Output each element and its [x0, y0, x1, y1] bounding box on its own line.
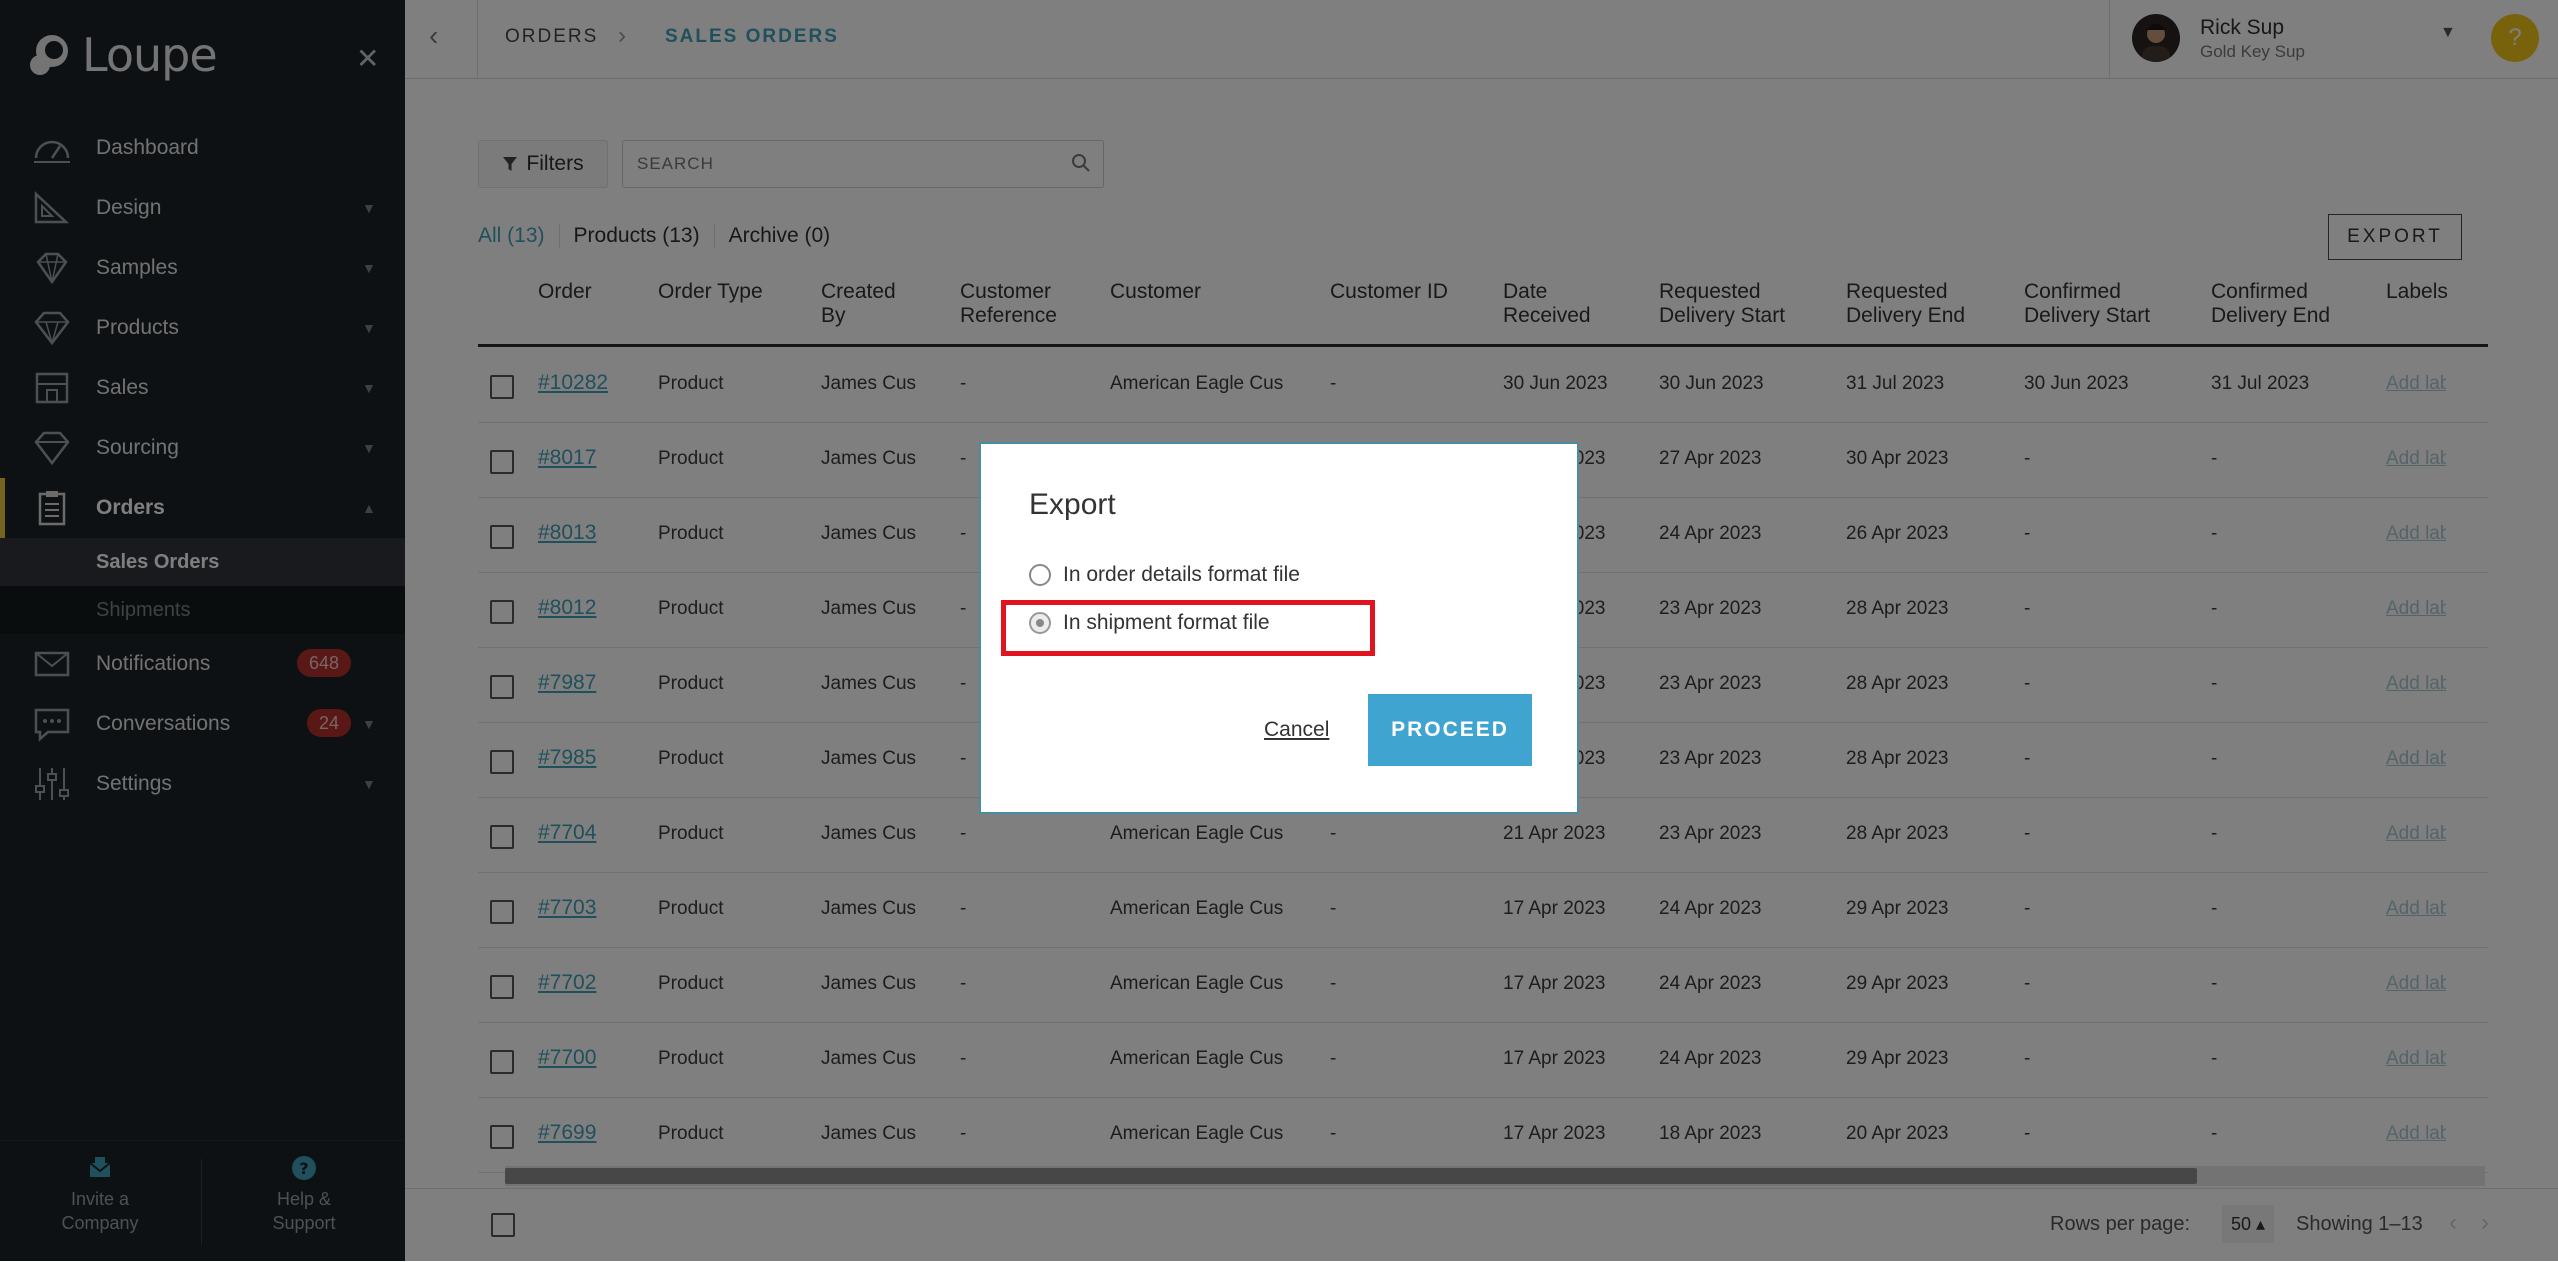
highlight-box — [1001, 600, 1375, 656]
cancel-button[interactable]: Cancel — [1264, 718, 1329, 742]
modal-title: Export — [1029, 488, 1116, 521]
proceed-button[interactable]: PROCEED — [1368, 694, 1532, 766]
radio-order-details[interactable] — [1029, 564, 1051, 586]
option-order-details-label: In order details format file — [1063, 563, 1300, 586]
option-order-details[interactable]: In order details format file — [1029, 560, 1300, 590]
export-modal: Export In order details format file In s… — [979, 442, 1579, 814]
